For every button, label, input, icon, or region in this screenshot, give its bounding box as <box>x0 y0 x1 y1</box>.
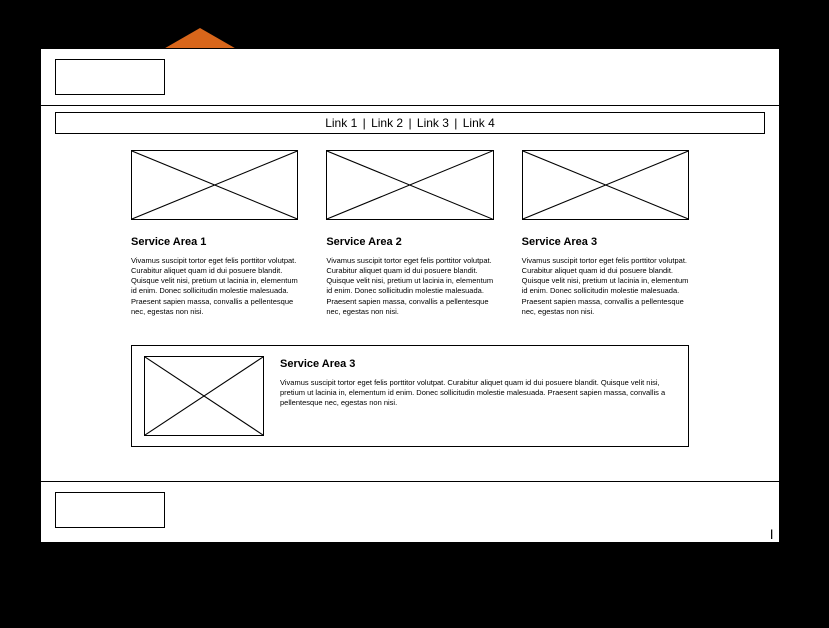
service-card-3: Service Area 3 Vivamus suscipit tortor e… <box>522 150 689 317</box>
nav-separator: | <box>408 116 411 130</box>
service-title: Service Area 2 <box>326 236 493 248</box>
wireframe-page: Link 1 | Link 2 | Link 3 | Link 4 Servic… <box>40 48 780 543</box>
service-description: Vivamus suscipit tortor eget felis portt… <box>131 256 298 317</box>
header <box>41 49 779 106</box>
nav-link-3[interactable]: Link 3 <box>417 116 449 130</box>
services-row: Service Area 1 Vivamus suscipit tortor e… <box>131 150 689 317</box>
footer-logo-placeholder <box>55 492 165 528</box>
image-placeholder-icon <box>522 150 689 220</box>
image-placeholder-icon <box>144 356 264 436</box>
nav-link-1[interactable]: Link 1 <box>325 116 357 130</box>
nav-separator: | <box>363 116 366 130</box>
page-mark: | <box>770 529 773 540</box>
feature-text: Service Area 3 Vivamus suscipit tortor e… <box>280 356 676 436</box>
main-content: Service Area 1 Vivamus suscipit tortor e… <box>41 134 779 481</box>
service-title: Service Area 3 <box>522 236 689 248</box>
service-card-1: Service Area 1 Vivamus suscipit tortor e… <box>131 150 298 317</box>
nav-link-2[interactable]: Link 2 <box>371 116 403 130</box>
nav-separator: | <box>454 116 457 130</box>
footer: | <box>41 481 779 542</box>
service-title: Service Area 1 <box>131 236 298 248</box>
image-placeholder-icon <box>326 150 493 220</box>
service-card-2: Service Area 2 Vivamus suscipit tortor e… <box>326 150 493 317</box>
nav-bar: Link 1 | Link 2 | Link 3 | Link 4 <box>55 112 765 134</box>
feature-card: Service Area 3 Vivamus suscipit tortor e… <box>131 345 689 447</box>
feature-description: Vivamus suscipit tortor eget felis portt… <box>280 378 676 408</box>
service-description: Vivamus suscipit tortor eget felis portt… <box>522 256 689 317</box>
feature-title: Service Area 3 <box>280 358 676 370</box>
nav-link-4[interactable]: Link 4 <box>463 116 495 130</box>
logo-placeholder <box>55 59 165 95</box>
service-description: Vivamus suscipit tortor eget felis portt… <box>326 256 493 317</box>
image-placeholder-icon <box>131 150 298 220</box>
